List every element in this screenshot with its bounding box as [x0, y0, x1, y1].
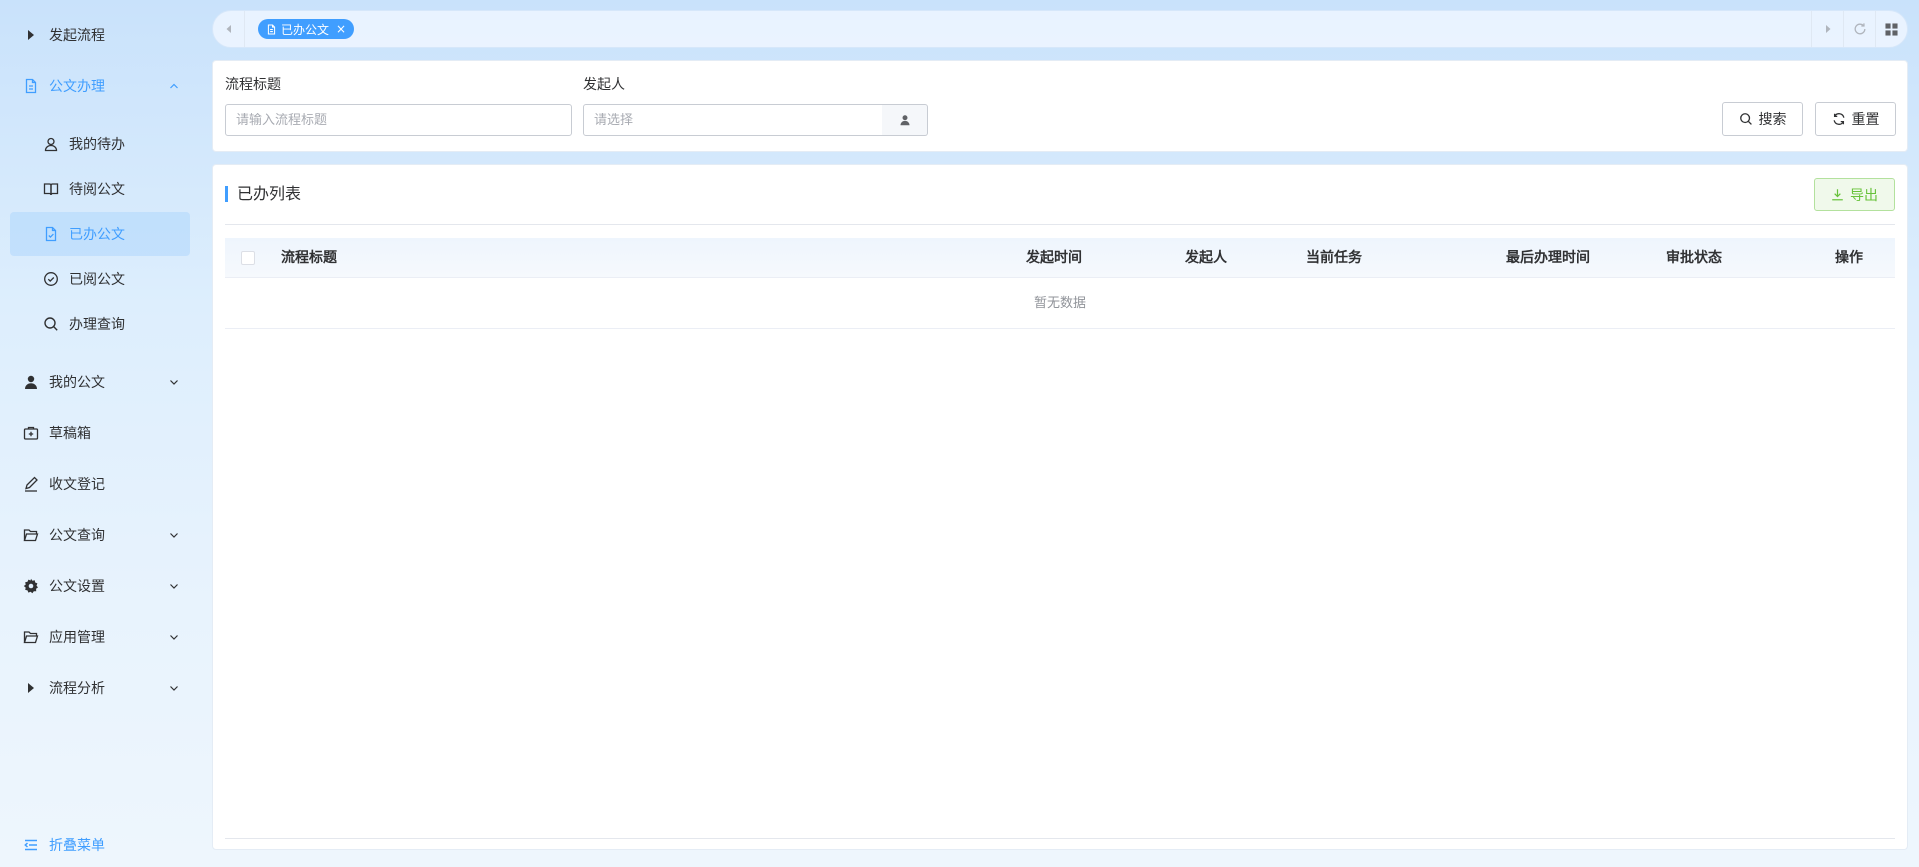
sidebar-item-my-documents[interactable]: 我的公文: [10, 360, 190, 404]
column-header-initiator: 发起人: [1185, 250, 1227, 266]
first-aid-kit-icon: [23, 425, 39, 441]
reset-button[interactable]: 重置: [1815, 102, 1896, 136]
collapse-menu-button[interactable]: 折叠菜单: [10, 830, 190, 860]
empty-state: 暂无数据: [225, 279, 1895, 329]
sidebar-item-document-settings[interactable]: 公文设置: [10, 564, 190, 608]
setting-icon: [23, 578, 39, 594]
chevron-down-icon: [168, 631, 180, 643]
process-title-input[interactable]: [236, 112, 571, 128]
search-panel: 流程标题 发起人 搜索 重置: [212, 60, 1908, 152]
sidebar-item-label: 草稿箱: [49, 426, 91, 442]
search-icon: [1739, 113, 1752, 125]
tab-bar: 已办公文 ×: [212, 10, 1908, 48]
title-divider: [225, 224, 1895, 225]
page-title: 已办列表: [225, 186, 301, 202]
search-button[interactable]: 搜索: [1722, 102, 1803, 136]
initiator-input[interactable]: [594, 112, 882, 128]
sidebar-item-handling-query[interactable]: 办理查询: [10, 302, 190, 346]
sidebar-item-label: 待阅公文: [69, 182, 125, 198]
caret-left-icon: [226, 25, 231, 33]
sidebar-item-my-todo[interactable]: 我的待办: [10, 122, 190, 166]
collapse-menu-label: 折叠菜单: [49, 838, 105, 854]
sidebar-item-label: 发起流程: [49, 28, 105, 44]
document-check-icon: [43, 226, 59, 242]
user-filled-icon: [900, 115, 909, 126]
table-bottom-divider: [225, 838, 1895, 839]
table-panel: 已办列表 导出 流程标题 发起时间 发起人 当前任务 最后办理时间 审批状态 操…: [212, 164, 1908, 850]
export-button[interactable]: 导出: [1814, 178, 1895, 211]
sidebar-item-app-management[interactable]: 应用管理: [10, 615, 190, 659]
grid-icon: [1885, 22, 1898, 36]
folder-opened-icon: [23, 527, 39, 543]
sidebar-item-label: 我的公文: [49, 375, 105, 391]
tab-menu-button[interactable]: [1875, 11, 1907, 47]
refresh-icon: [1854, 23, 1865, 35]
column-header-approval-status: 审批状态: [1666, 250, 1722, 266]
book-icon: [43, 181, 59, 197]
sidebar-item-label: 公文设置: [49, 579, 105, 595]
column-header-last-handled-time: 最后办理时间: [1506, 250, 1590, 266]
chevron-down-icon: [168, 682, 180, 694]
select-initiator-button[interactable]: [882, 104, 928, 136]
tab-refresh-button[interactable]: [1843, 11, 1875, 47]
initiator-label: 发起人: [583, 77, 625, 93]
tab-done-documents[interactable]: 已办公文 ×: [258, 19, 355, 39]
refresh-icon: [1833, 113, 1844, 125]
sidebar-item-label: 公文查询: [49, 528, 105, 544]
sidebar-item-start-process[interactable]: 发起流程: [10, 13, 190, 57]
sidebar-item-label: 应用管理: [49, 630, 105, 646]
circle-check-icon: [43, 271, 59, 287]
caret-right-icon: [1825, 25, 1830, 33]
tab-scroll-right-button[interactable]: [1811, 11, 1843, 47]
process-title-field[interactable]: [225, 104, 572, 136]
sidebar-item-receipt-registration[interactable]: 收文登记: [10, 462, 190, 506]
column-header-process-title: 流程标题: [281, 250, 337, 266]
column-header-actions: 操作: [1835, 250, 1863, 266]
sidebar-item-label: 已阅公文: [69, 272, 125, 288]
search-button-label: 搜索: [1758, 112, 1787, 128]
sidebar-item-label: 流程分析: [49, 681, 105, 697]
export-button-label: 导出: [1850, 187, 1878, 204]
chevron-down-icon: [168, 376, 180, 388]
folder-opened-icon: [23, 629, 39, 645]
sidebar: 发起流程 公文办理 我的待办 待阅公文 已办公文 已阅公文 办理查询 我的公文 …: [0, 0, 210, 867]
sidebar-item-label: 我的待办: [69, 137, 125, 153]
sidebar-item-document-query[interactable]: 公文查询: [10, 513, 190, 557]
table-header: 流程标题 发起时间 发起人 当前任务 最后办理时间 审批状态 操作: [225, 238, 1895, 278]
sidebar-item-label: 已办公文: [69, 227, 125, 243]
process-title-label: 流程标题: [225, 77, 281, 93]
tab-label: 已办公文: [281, 22, 330, 37]
initiator-field[interactable]: [583, 104, 883, 136]
document-icon: [267, 24, 276, 34]
chevron-down-icon: [168, 529, 180, 541]
chevron-down-icon: [168, 580, 180, 592]
sidebar-item-document-handling[interactable]: 公文办理: [10, 64, 190, 108]
user-filled-icon: [23, 374, 39, 390]
tab-scroll-left-button[interactable]: [213, 11, 245, 47]
document-icon: [23, 78, 39, 94]
sidebar-item-label: 办理查询: [69, 317, 125, 333]
sidebar-item-drafts[interactable]: 草稿箱: [10, 411, 190, 455]
fold-menu-icon: [23, 837, 39, 853]
sidebar-item-pending-read[interactable]: 待阅公文: [10, 167, 190, 211]
column-header-current-task: 当前任务: [1306, 250, 1362, 266]
edit-pen-icon: [23, 476, 39, 492]
download-icon: [1832, 189, 1843, 201]
chevron-up-icon: [168, 80, 180, 92]
sidebar-item-read-documents[interactable]: 已阅公文: [10, 257, 190, 301]
sidebar-item-done-documents[interactable]: 已办公文: [10, 212, 190, 256]
caret-right-icon: [23, 680, 39, 696]
select-all-checkbox[interactable]: [241, 251, 255, 265]
caret-right-icon: [23, 27, 39, 43]
sidebar-item-process-analysis[interactable]: 流程分析: [10, 666, 190, 710]
search-icon: [43, 316, 59, 332]
close-icon[interactable]: ×: [336, 22, 346, 36]
reset-button-label: 重置: [1851, 112, 1880, 128]
column-header-start-time: 发起时间: [1026, 250, 1082, 266]
user-outline-icon: [43, 136, 59, 152]
sidebar-item-label: 收文登记: [49, 477, 105, 493]
sidebar-item-label: 公文办理: [49, 79, 105, 95]
